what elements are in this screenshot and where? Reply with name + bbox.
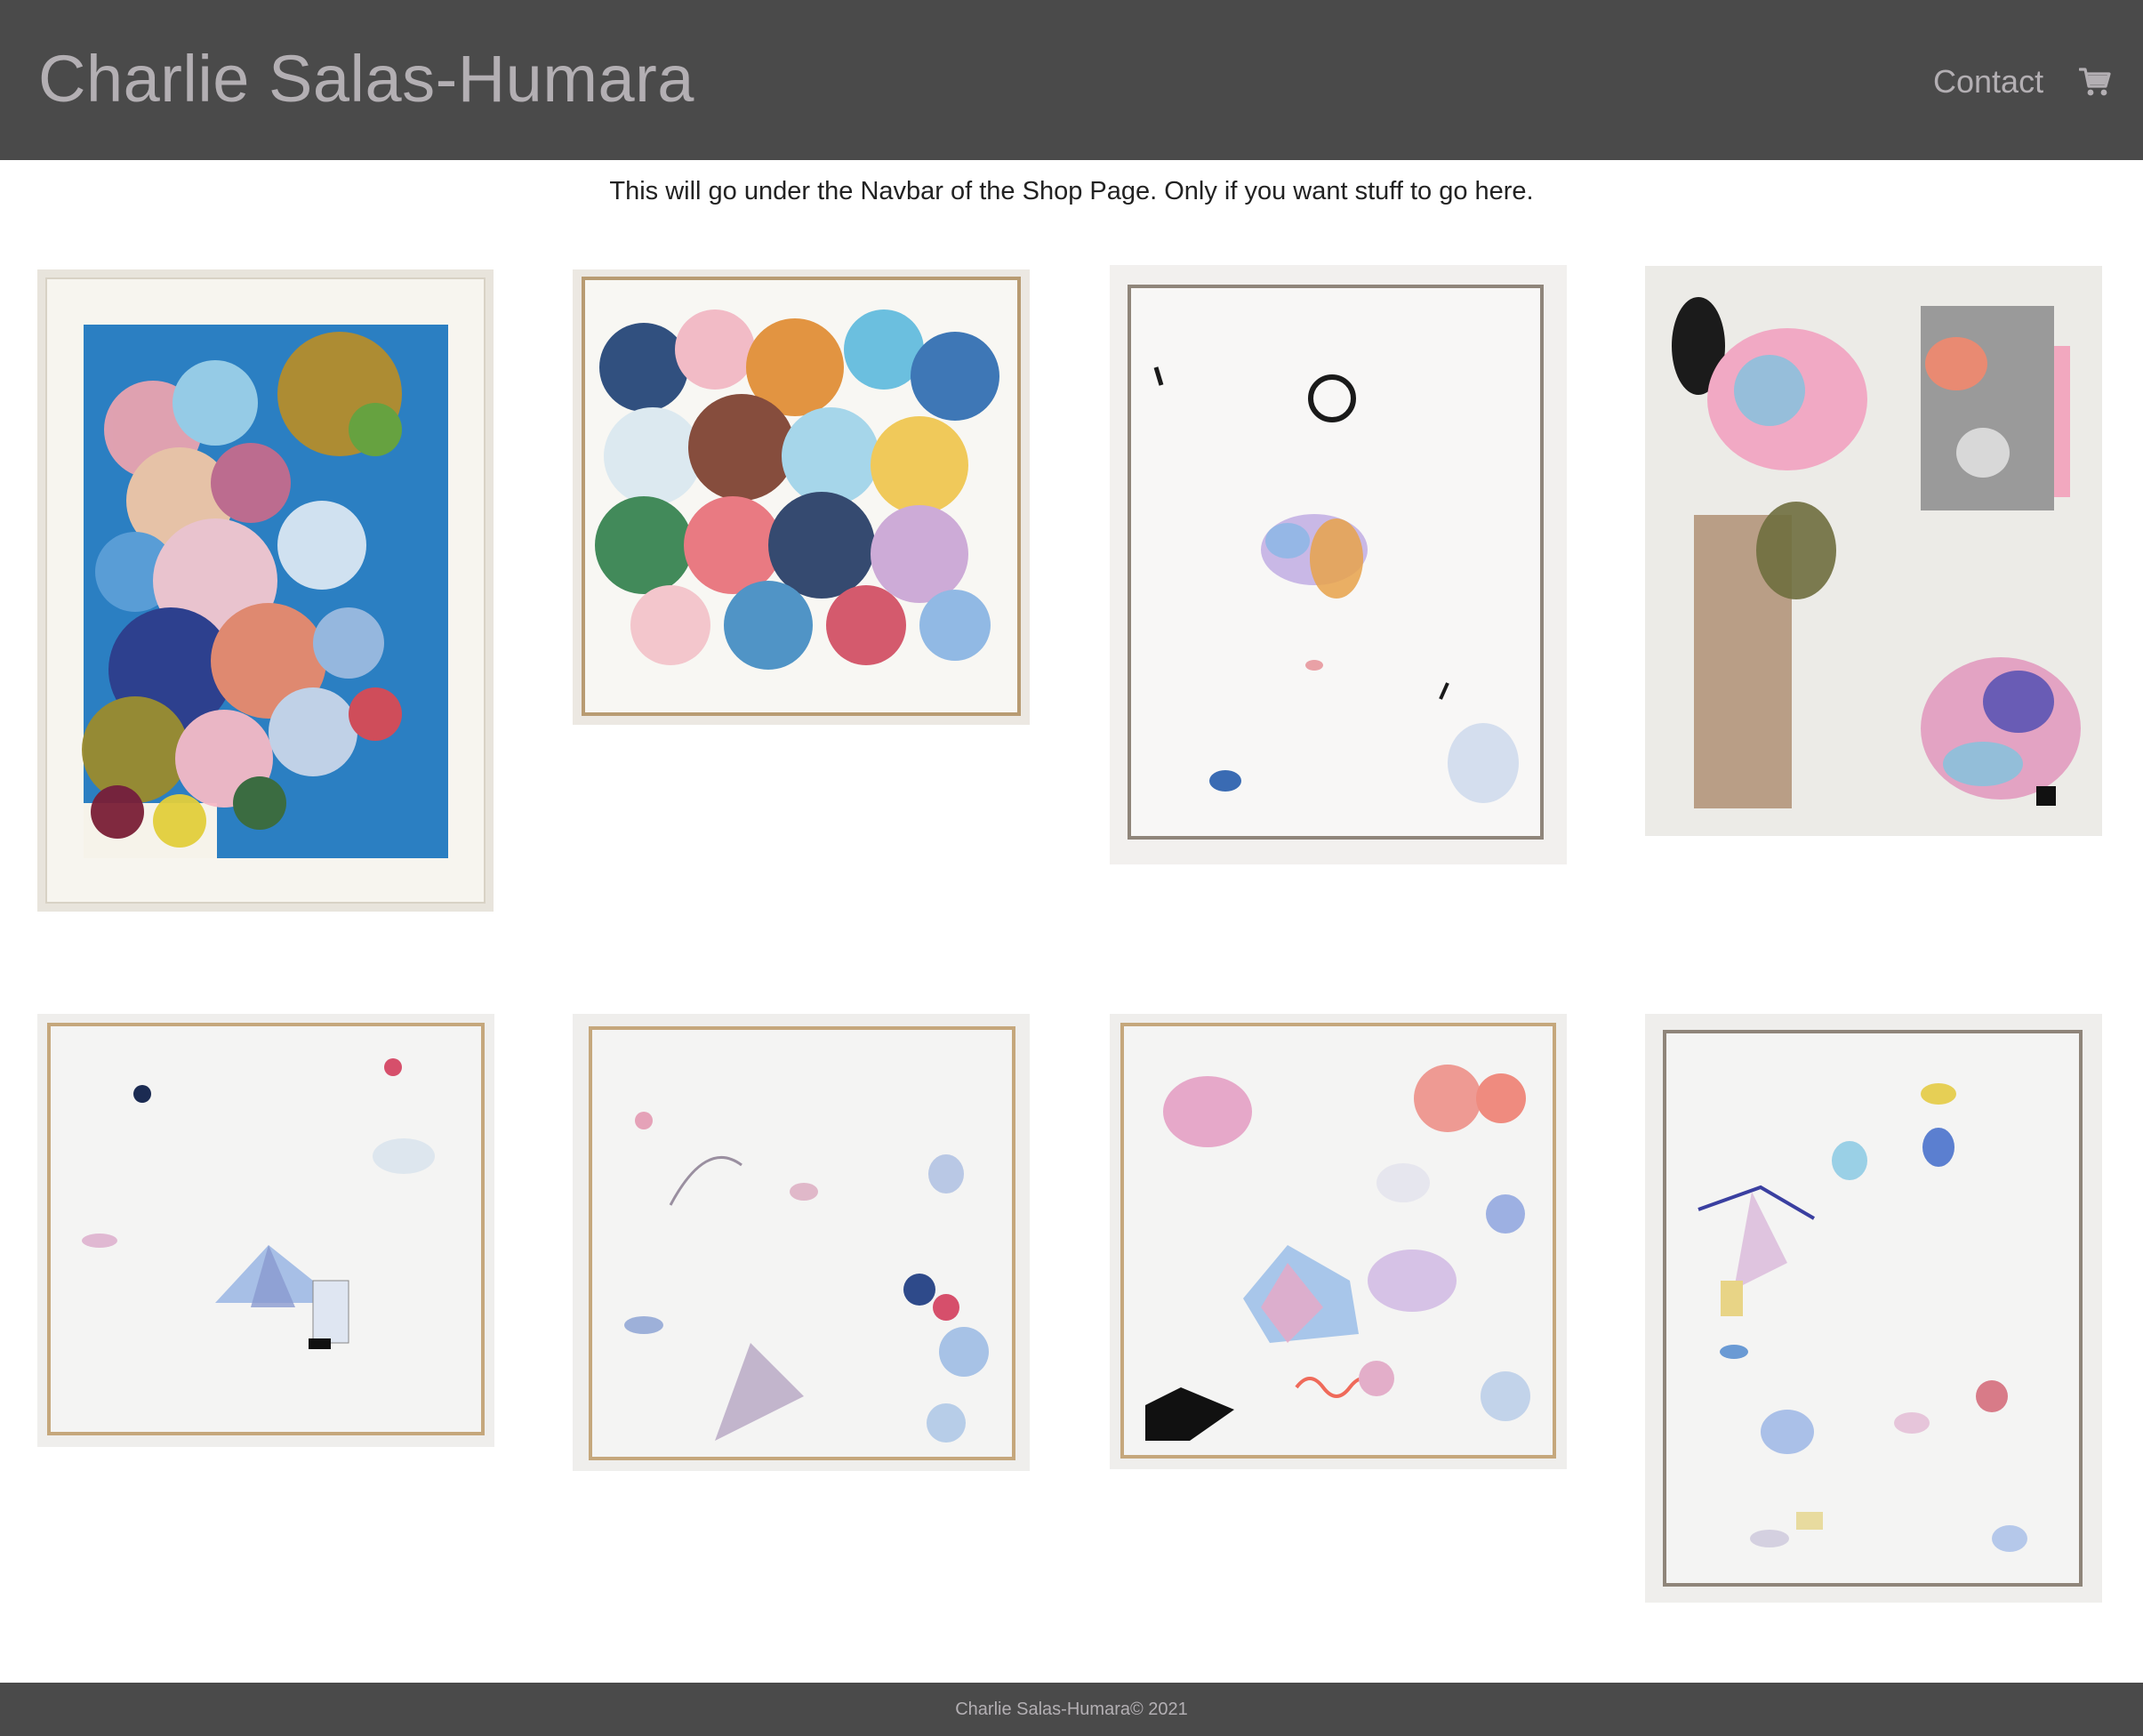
artwork-thumbnail[interactable] (1645, 1014, 2102, 1603)
nav-contact-link[interactable]: Contact (1933, 60, 2043, 103)
artwork-thumbnail[interactable] (573, 269, 1030, 725)
footer-copyright: Charlie Salas-Humara© 2021 (955, 1700, 1188, 1719)
footer: Charlie Salas-Humara© 2021 (0, 1683, 2143, 1736)
artwork-thumbnail[interactable] (1110, 265, 1567, 864)
shop-intro-text: This will go under the Navbar of the Sho… (609, 177, 1534, 205)
artwork-thumbnail[interactable] (37, 1014, 494, 1447)
brand-title[interactable]: Charlie Salas-Humara (38, 39, 694, 119)
navbar: Charlie Salas-Humara Contact (0, 0, 2143, 160)
artwork-thumbnail[interactable] (37, 269, 494, 912)
artwork-thumbnail[interactable] (1110, 1014, 1567, 1469)
shopping-cart-icon[interactable] (2078, 66, 2111, 98)
artwork-thumbnail[interactable] (573, 1014, 1030, 1471)
artwork-thumbnail[interactable] (1645, 266, 2102, 836)
